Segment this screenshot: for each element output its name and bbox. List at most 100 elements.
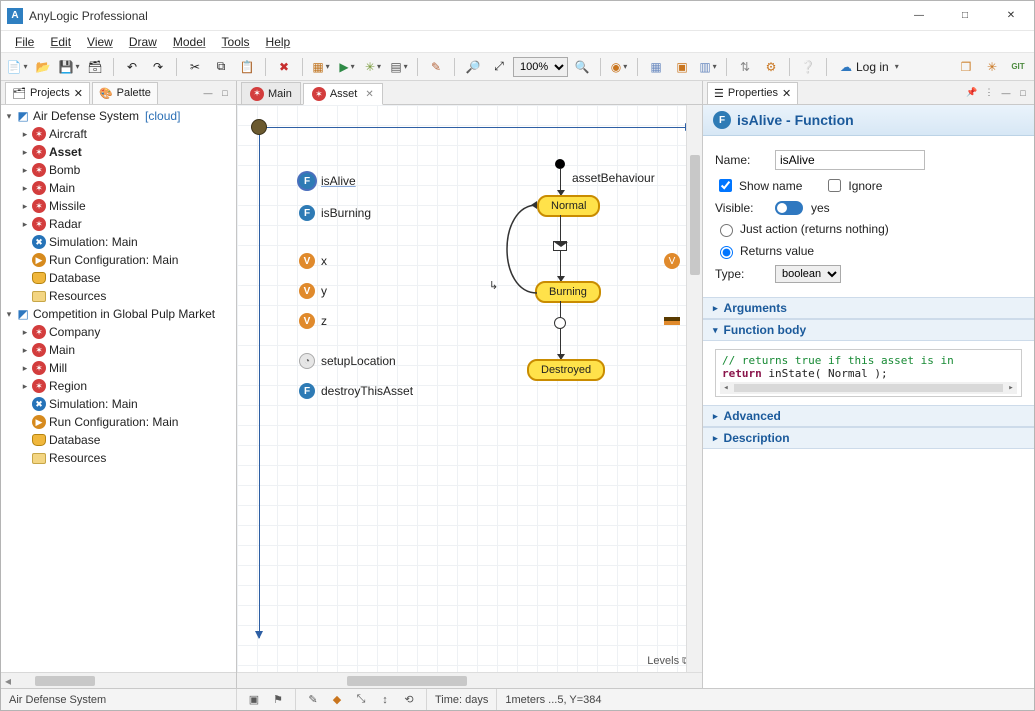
section-arguments[interactable]: ▸ Arguments [703,297,1034,319]
close-button[interactable]: ✕ [988,1,1034,31]
tree-item[interactable]: Resources [1,287,236,305]
visible-toggle[interactable] [775,201,803,215]
git-icon[interactable]: GIT [1006,56,1030,78]
chevron-right-icon[interactable]: ▸ [19,363,31,374]
statechart-label[interactable]: assetBehaviour [572,171,655,185]
save-all-button[interactable]: 🗃 [83,56,107,78]
function-isburning[interactable]: F isBurning [299,205,371,221]
section-description[interactable]: ▸ Description [703,427,1034,449]
state-destroyed[interactable]: Destroyed [527,359,605,381]
section-function-body[interactable]: ▾ Function body [703,319,1034,341]
cut-button[interactable]: ✂ [183,56,207,78]
levels-indicator[interactable]: Levels ⧉ [647,655,690,668]
draw3-icon[interactable]: ⤡ [352,691,370,709]
menu-help[interactable]: Help [258,33,299,51]
radio-returns-value[interactable]: Returns value [715,243,1022,259]
draw1-icon[interactable]: ✎ [304,691,322,709]
menu-model[interactable]: Model [165,33,214,51]
menu-view[interactable]: View [79,33,121,51]
login-button[interactable]: ☁Log in [833,56,906,78]
name-input[interactable] [775,150,925,170]
paste-button[interactable]: 📋 [235,56,259,78]
minimize-panel-icon[interactable]: ― [999,86,1013,100]
tab-palette[interactable]: 🎨 Palette [92,82,158,104]
grid-icon[interactable]: ▦ [644,56,668,78]
scrollbar-track[interactable] [734,384,1003,392]
scrollbar-thumb[interactable] [35,676,95,686]
menu-draw[interactable]: Draw [121,33,165,51]
function-isalive[interactable]: F isAlive [299,173,356,189]
tree-item[interactable]: ▸✶Company [1,323,236,341]
showname-checkbox[interactable]: Show name [715,176,802,195]
type-select[interactable]: boolean [775,265,841,283]
maximize-panel-icon[interactable]: □ [218,86,232,100]
port-variable-icon[interactable]: V [664,253,680,269]
tree-item[interactable]: ▶Run Configuration: Main [1,413,236,431]
select-icon[interactable]: ▣ [670,56,694,78]
function-setuplocation[interactable]: ◔ setupLocation [299,353,396,369]
settings-icon[interactable]: ⚙ [759,56,783,78]
box3d-icon[interactable]: ❒ [954,56,978,78]
radio-input[interactable] [720,246,733,259]
transition[interactable] [560,169,561,195]
tree-item[interactable]: ▸✶Asset [1,143,236,161]
tree-root-1[interactable]: ▾ ◩ Air Defense System [cloud] [1,107,236,125]
help-icon[interactable]: ❔ [796,56,820,78]
chevron-right-icon[interactable]: ▸ [19,183,31,194]
tab-main[interactable]: ✶ Main [241,82,301,104]
tree-item[interactable]: ▸✶Aircraft [1,125,236,143]
minimize-button[interactable]: ― [896,1,942,31]
close-icon[interactable]: ✕ [74,87,83,100]
draw2-icon[interactable]: ◆ [328,691,346,709]
variable-x[interactable]: V x [299,253,327,269]
canvas[interactable]: F isAlive F isBurning V x V y V z ◔ setu… [237,105,702,688]
draw5-icon[interactable]: ⟲ [400,691,418,709]
link-icon[interactable]: ⋮ [982,86,996,100]
gear-icon[interactable]: ✳ [980,56,1004,78]
close-icon[interactable]: ✕ [782,87,791,100]
tree-root-2[interactable]: ▾ ◩ Competition in Global Pulp Market [1,305,236,323]
draw4-icon[interactable]: ↕ [376,691,394,709]
stack-icon[interactable]: ▥ [696,56,720,78]
delete-button[interactable]: ✖ [272,56,296,78]
close-icon[interactable]: ✕ [365,89,373,100]
variable-y[interactable]: V y [299,283,327,299]
ignore-checkbox[interactable]: Ignore [824,176,882,195]
redo-button[interactable]: ↷ [146,56,170,78]
tree-item[interactable]: ▸✶Radar [1,215,236,233]
chevron-right-icon[interactable]: ▸ [19,327,31,338]
tree-item[interactable]: ▸✶Main [1,341,236,359]
statechart-start-icon[interactable] [555,159,565,169]
tree-item[interactable]: ▶Run Configuration: Main [1,251,236,269]
tree-item[interactable]: ▸✶Main [1,179,236,197]
radio-input[interactable] [720,224,733,237]
tree-item[interactable]: ▸✶Missile [1,197,236,215]
problems-icon[interactable]: ⚑ [269,691,287,709]
function-destroythisasset[interactable]: F destroyThisAsset [299,383,413,399]
open-button[interactable]: 📂 [31,56,55,78]
tree-item[interactable]: Database [1,431,236,449]
tree-item[interactable]: ▸✶Region [1,377,236,395]
pin-icon[interactable]: 📌 [965,86,979,100]
debug-button[interactable]: ✳ [361,56,385,78]
scrollbar-thumb[interactable] [347,676,467,686]
chevron-right-icon[interactable]: ▸ [19,165,31,176]
canvas-scrollbar-horizontal[interactable] [237,672,702,688]
stop-button[interactable]: ▤ [387,56,411,78]
canvas-scrollbar-vertical[interactable] [686,105,702,672]
transition[interactable] [560,253,561,281]
tab-projects[interactable]: 🗂 Projects ✕ [5,82,90,104]
tree-item[interactable]: ▸✶Bomb [1,161,236,179]
chevron-right-icon[interactable]: ▸ [19,381,31,392]
chevron-right-icon[interactable]: ▸ [19,201,31,212]
minimize-panel-icon[interactable]: ― [201,86,215,100]
chevron-right-icon[interactable]: ▸ [19,345,31,356]
tree-scrollbar-horizontal[interactable]: ◂ [1,672,236,688]
console-icon[interactable]: ▣ [245,691,263,709]
build-button[interactable]: ▦ [309,56,333,78]
chevron-right-icon[interactable]: ▸ [19,129,31,140]
chevron-right-icon[interactable]: ▸ [19,219,31,230]
message-trigger-icon[interactable] [553,241,567,251]
scroll-left-icon[interactable]: ◂ [720,383,732,393]
tree-item[interactable]: Database [1,269,236,287]
